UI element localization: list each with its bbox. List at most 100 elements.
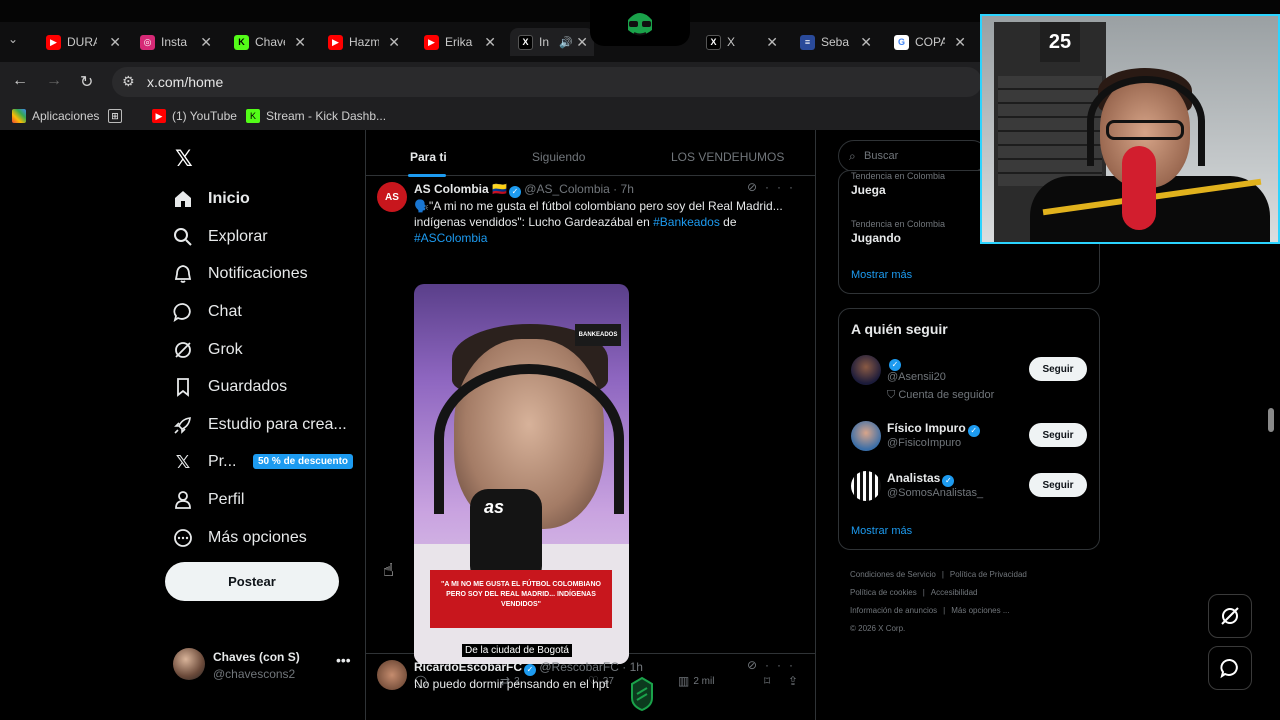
nav-item-premium[interactable]: 𝕏 Pr... (173, 447, 237, 477)
account-name: Chaves (con S) (213, 650, 300, 664)
tweet-author-handle[interactable]: @RescobarFC · 1h (539, 660, 643, 674)
browser-tab[interactable]: X X ✕ (706, 28, 778, 56)
nav-item-chat[interactable]: Chat (173, 297, 242, 327)
tab-list-chevron-icon[interactable]: ⌄ (8, 32, 18, 46)
browser-tab[interactable]: KChave✕ (234, 28, 306, 56)
tweet[interactable]: AS AS Colombia 🇨🇴 ✓ @AS_Colombia · 7h ⊘··… (366, 178, 815, 688)
tweet[interactable]: RicardoEscobarFC ✓ @RescobarFC · 1h ⊘··· … (366, 656, 815, 720)
tweet-author-handle[interactable]: @AS_Colombia · 7h (524, 182, 634, 196)
trend-item[interactable]: Tendencia en Colombia Juega (851, 171, 945, 197)
browser-tab[interactable]: G COPA ✕ (894, 28, 966, 56)
tab-los-vendehumos[interactable]: LOS VENDEHUMOS (671, 150, 784, 164)
nav-item-grok[interactable]: Grok (173, 335, 243, 365)
close-tab-icon[interactable]: ✕ (576, 34, 588, 51)
grok-floating-button[interactable] (1208, 594, 1252, 638)
x-logo-icon[interactable]: 𝕏 (175, 146, 193, 172)
premium-discount-badge[interactable]: 50 % de descuento (253, 454, 354, 469)
page-scrollbar[interactable] (1268, 408, 1274, 432)
show-more-link[interactable]: Mostrar más (851, 269, 912, 281)
close-tab-icon[interactable]: ✕ (954, 34, 966, 51)
avatar[interactable] (377, 660, 407, 690)
nav-item-notificaciones[interactable]: Notificaciones (173, 259, 308, 289)
speaker-icon[interactable]: 🔊 (559, 36, 573, 49)
avatar[interactable] (851, 421, 881, 451)
more-dots-icon[interactable]: ··· (765, 658, 801, 672)
more-icon (173, 528, 193, 548)
search-box[interactable]: ⌕ Buscar (838, 140, 988, 172)
tab-siguiendo[interactable]: Siguiendo (532, 150, 585, 164)
browser-tab[interactable]: ▶ Erika ✕ (424, 28, 496, 56)
grok-icon[interactable]: ⊘ (747, 180, 765, 194)
tweet-video[interactable]: as BANKEADOS "A MI NO ME GUSTA EL FÚTBOL… (414, 284, 629, 664)
avatar[interactable]: AS (377, 182, 407, 212)
bookmark-kick[interactable]: K Stream - Kick Dashb... (246, 109, 386, 123)
forward-arrow-icon[interactable]: → (46, 72, 62, 90)
bookmark-youtube[interactable]: ▶ (1) YouTube (152, 109, 237, 123)
bookmark-apps[interactable]: Aplicaciones (12, 109, 99, 123)
close-tab-icon[interactable]: ✕ (200, 34, 212, 51)
trend-item[interactable]: Tendencia en Colombia Jugando (851, 219, 945, 245)
more-dots-icon[interactable]: ••• (336, 652, 351, 668)
close-tab-icon[interactable]: ✕ (388, 34, 400, 51)
tab-para-ti[interactable]: Para ti (410, 150, 447, 164)
nav-item-mas-opciones[interactable]: Más opciones (173, 523, 307, 553)
follow-button[interactable]: Seguir (1029, 473, 1087, 497)
footer-link[interactable]: Información de anuncios (850, 606, 937, 615)
avatar[interactable] (851, 471, 881, 501)
close-tab-icon[interactable]: ✕ (484, 34, 496, 51)
shield-logo-icon (631, 676, 653, 712)
site-info-icon[interactable]: ⚙ (122, 73, 135, 90)
follow-suggestion[interactable]: Físico Impuro ✓ @FisicoImpuro Seguir (851, 421, 1091, 467)
screen: ⌄ ▶DURA✕ ◎Insta✕ KChave✕ ▶Hazm✕ ▶Erika✕ … (0, 0, 1280, 720)
reload-icon[interactable]: ↻ (80, 72, 93, 92)
grok-icon (173, 340, 193, 360)
close-tab-icon[interactable]: ✕ (109, 34, 121, 51)
bookmark-grid[interactable]: ⊞ (108, 109, 128, 123)
hashtag-link[interactable]: #Bankeados (653, 215, 720, 229)
browser-tab[interactable]: ▶DURA✕ (46, 28, 121, 56)
post-button[interactable]: Postear (165, 562, 339, 601)
suggestion-name: Físico Impuro ✓ (887, 421, 980, 437)
bookmark-icon (173, 377, 193, 397)
tweet-text: No puedo dormir pensando en el hpt (414, 677, 609, 691)
footer-link[interactable]: Más opciones ... (951, 606, 1009, 615)
browser-tab[interactable]: ◎ Insta ✕ (140, 28, 212, 56)
suggestion-name: Analistas ✓ (887, 471, 955, 487)
grok-icon (1221, 607, 1239, 625)
browser-tab-active[interactable]: X In 🔊 ✕ (510, 28, 594, 56)
close-tab-icon[interactable]: ✕ (860, 34, 872, 51)
close-tab-icon[interactable]: ✕ (294, 34, 306, 51)
account-switcher[interactable]: Chaves (con S) @chavescons2 ••• (173, 646, 358, 686)
nav-item-inicio[interactable]: Inicio (173, 184, 250, 214)
nav-item-explorar[interactable]: Explorar (173, 222, 268, 252)
divider (815, 130, 816, 720)
follow-button[interactable]: Seguir (1029, 357, 1087, 381)
grid-icon: ⊞ (108, 109, 122, 123)
grok-icon[interactable]: ⊘ (747, 658, 765, 672)
footer-link[interactable]: Accesibilidad (931, 588, 978, 597)
footer-link[interactable]: Política de cookies (850, 588, 917, 597)
address-bar[interactable]: ⚙ x.com/home (112, 67, 982, 97)
follow-button[interactable]: Seguir (1029, 423, 1087, 447)
nav-item-estudio[interactable]: Estudio para crea... (173, 410, 347, 440)
nav-item-guardados[interactable]: Guardados (173, 372, 287, 402)
x-icon: X (706, 34, 721, 50)
nav-item-perfil[interactable]: Perfil (173, 485, 244, 515)
more-dots-icon[interactable]: ··· (765, 180, 801, 194)
browser-tab[interactable]: ▶ Hazm ✕ (328, 28, 400, 56)
close-tab-icon[interactable]: ✕ (766, 34, 778, 51)
footer-link[interactable]: Política de Privacidad (950, 570, 1027, 579)
show-more-link[interactable]: Mostrar más (851, 525, 912, 537)
x-icon: X (518, 34, 533, 50)
browser-tab[interactable]: ≡ Seba ✕ (800, 28, 872, 56)
footer-link[interactable]: Condiciones de Servicio (850, 570, 936, 579)
messages-floating-button[interactable] (1208, 646, 1252, 690)
back-arrow-icon[interactable]: ← (12, 72, 28, 90)
avatar[interactable] (851, 355, 881, 385)
bookmarks-bar: Aplicaciones ⊞ ▶ (1) YouTube K Stream - Ki… (0, 102, 985, 130)
tweet-author-name[interactable]: RicardoEscobarFC (414, 660, 522, 674)
hashtag-link[interactable]: #ASColombia (414, 231, 487, 245)
follow-suggestion[interactable]: ✓ @Asensii20 ⛉ Cuenta de seguidor Seguir (851, 355, 1091, 401)
follow-suggestion[interactable]: Analistas ✓ @SomosAnalistas_ Seguir (851, 471, 1091, 517)
tweet-author-name[interactable]: AS Colombia 🇨🇴 (414, 182, 507, 196)
